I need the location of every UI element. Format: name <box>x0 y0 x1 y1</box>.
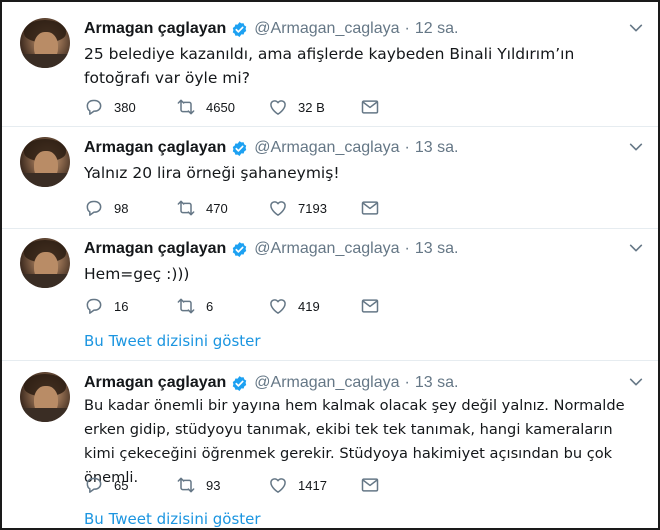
retweet-count: 4650 <box>206 99 235 115</box>
author-name[interactable]: Armagan çaglayan <box>84 20 226 38</box>
separator-dot: · <box>404 374 410 391</box>
tweet-header: Armagan çaglayan @Armagan_caglaya · 12 s… <box>84 18 458 40</box>
chevron-down-icon[interactable] <box>628 374 644 390</box>
author-handle[interactable]: @Armagan_caglaya <box>254 240 399 258</box>
tweet-text: Yalnız 20 lira örneği şahaneymiş! <box>84 164 340 182</box>
reply-button[interactable]: 380 <box>84 97 176 117</box>
retweet-icon <box>177 200 195 216</box>
reply-count: 65 <box>114 477 129 493</box>
author-name[interactable]: Armagan çaglayan <box>84 374 226 392</box>
author-handle[interactable]: @Armagan_caglaya <box>254 20 399 38</box>
reply-icon <box>86 200 102 216</box>
retweet-count: 93 <box>206 477 221 493</box>
tweet-time[interactable]: 12 sa. <box>415 20 459 38</box>
tweet-actions: 65 93 1417 <box>84 474 380 496</box>
dm-button[interactable] <box>360 97 380 117</box>
reply-count: 98 <box>114 200 129 216</box>
reply-button[interactable]: 98 <box>84 198 176 218</box>
dm-icon <box>361 100 379 114</box>
tweet-header: Armagan çaglayan @Armagan_caglaya · 13 s… <box>84 238 458 260</box>
like-button[interactable]: 32 B <box>268 97 360 117</box>
tweet-actions: 98 470 7193 <box>84 197 380 219</box>
show-thread-link[interactable]: Bu Tweet dizisini göster <box>84 510 261 528</box>
like-icon <box>270 100 286 115</box>
verified-icon <box>233 375 247 391</box>
tweet-header: Armagan çaglayan @Armagan_caglaya · 13 s… <box>84 137 458 159</box>
tweet-header: Armagan çaglayan @Armagan_caglaya · 13 s… <box>84 372 458 394</box>
avatar[interactable] <box>20 18 70 68</box>
retweet-icon <box>177 477 195 493</box>
separator-dot: · <box>404 20 410 37</box>
tweet-time[interactable]: 13 sa. <box>415 374 459 392</box>
verified-icon <box>233 241 247 257</box>
dm-button[interactable] <box>360 198 380 218</box>
retweet-icon <box>177 298 195 314</box>
avatar[interactable] <box>20 238 70 288</box>
retweet-icon <box>177 99 195 115</box>
like-button[interactable]: 1417 <box>268 475 360 495</box>
like-icon <box>270 201 286 216</box>
chevron-down-icon[interactable] <box>628 20 644 36</box>
author-name[interactable]: Armagan çaglayan <box>84 139 226 157</box>
avatar[interactable] <box>20 137 70 187</box>
divider <box>2 360 658 361</box>
reply-icon <box>86 298 102 314</box>
show-thread-link[interactable]: Bu Tweet dizisini göster <box>84 332 261 350</box>
dm-icon <box>361 201 379 215</box>
verified-icon <box>233 21 247 37</box>
dm-button[interactable] <box>360 475 380 495</box>
like-count: 7193 <box>298 200 327 216</box>
reply-button[interactable]: 65 <box>84 475 176 495</box>
author-name[interactable]: Armagan çaglayan <box>84 240 226 258</box>
reply-count: 380 <box>114 99 136 115</box>
like-button[interactable]: 419 <box>268 296 360 316</box>
retweet-button[interactable]: 4650 <box>176 97 268 117</box>
retweet-button[interactable]: 470 <box>176 198 268 218</box>
divider <box>2 126 658 127</box>
dm-icon <box>361 299 379 313</box>
reply-button[interactable]: 16 <box>84 296 176 316</box>
tweet-text: Hem=geç :))) <box>84 265 190 283</box>
verified-icon <box>233 140 247 156</box>
author-handle[interactable]: @Armagan_caglaya <box>254 139 399 157</box>
like-count: 419 <box>298 298 320 314</box>
retweet-count: 6 <box>206 298 214 314</box>
tweet-text: 25 belediye kazanıldı, ama afişlerde kay… <box>84 45 575 87</box>
reply-icon <box>86 99 102 115</box>
like-count: 1417 <box>298 477 327 493</box>
separator-dot: · <box>404 240 410 257</box>
dm-button[interactable] <box>360 296 380 316</box>
dm-icon <box>361 478 379 492</box>
tweet-actions: 16 6 419 <box>84 295 380 317</box>
reply-icon <box>86 477 102 493</box>
tweet-time[interactable]: 13 sa. <box>415 139 459 157</box>
divider <box>2 228 658 229</box>
reply-count: 16 <box>114 298 129 314</box>
author-handle[interactable]: @Armagan_caglaya <box>254 374 399 392</box>
like-icon <box>270 478 286 493</box>
like-count: 32 B <box>298 99 325 115</box>
chevron-down-icon[interactable] <box>628 139 644 155</box>
retweet-button[interactable]: 93 <box>176 475 268 495</box>
like-button[interactable]: 7193 <box>268 198 360 218</box>
retweet-count: 470 <box>206 200 228 216</box>
chevron-down-icon[interactable] <box>628 240 644 256</box>
tweet-timeline: Armagan çaglayan @Armagan_caglaya · 12 s… <box>0 0 660 530</box>
separator-dot: · <box>404 139 410 156</box>
tweet-actions: 380 4650 32 B <box>84 96 380 118</box>
like-icon <box>270 299 286 314</box>
tweet-time[interactable]: 13 sa. <box>415 240 459 258</box>
avatar[interactable] <box>20 372 70 422</box>
retweet-button[interactable]: 6 <box>176 296 268 316</box>
